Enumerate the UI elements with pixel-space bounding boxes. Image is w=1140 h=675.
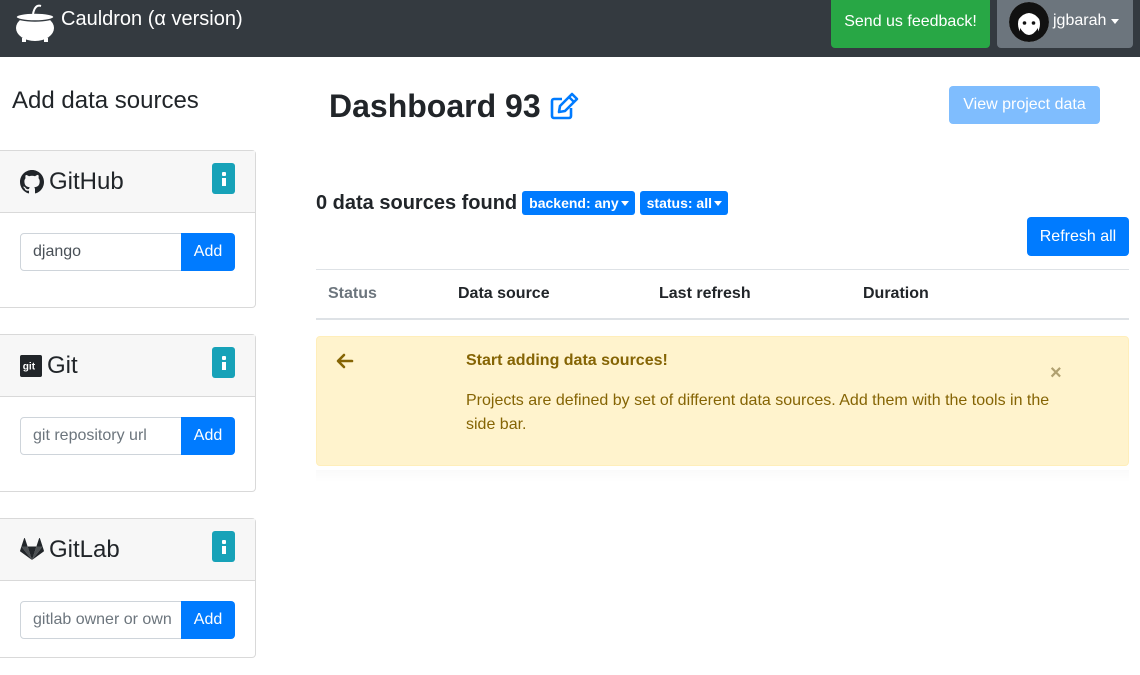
view-project-data-button[interactable]: View project data	[949, 86, 1100, 124]
github-add-button[interactable]: Add	[181, 233, 235, 271]
column-header-last-refresh[interactable]: Last refresh	[659, 284, 751, 304]
status-filter-label: status: all	[646, 195, 712, 211]
chevron-down-icon	[714, 201, 722, 206]
card-title-text: Git	[47, 352, 78, 379]
card-header: git Git	[0, 335, 255, 397]
git-icon: git	[20, 355, 42, 377]
brand-title[interactable]: Cauldron (α version)	[61, 7, 243, 31]
empty-state-alert: Start adding data sources! Projects are …	[316, 336, 1129, 466]
user-menu-button[interactable]: jgbarah	[997, 0, 1133, 48]
column-header-duration[interactable]: Duration	[863, 284, 929, 304]
card-title: GitLab	[20, 535, 120, 565]
info-button[interactable]	[212, 163, 235, 194]
navbar: Cauldron (α version) Send us feedback! j…	[0, 0, 1140, 57]
card-body: django Add	[0, 213, 255, 307]
arrow-left-icon	[336, 353, 354, 369]
dashboard-title-text: Dashboard 93	[329, 88, 541, 124]
user-name: jgbarah	[1053, 12, 1107, 29]
column-header-status[interactable]: Status	[328, 284, 377, 304]
data-sources-table-header: Status Data source Last refresh Duration	[316, 269, 1129, 320]
page-title: Dashboard 93	[329, 86, 579, 126]
backend-filter-dropdown[interactable]: backend: any	[522, 191, 635, 215]
gitlab-input[interactable]: gitlab owner or own	[20, 601, 182, 639]
github-input[interactable]: django	[20, 233, 182, 271]
card-title-text: GitHub	[49, 168, 124, 195]
avatar-icon	[1009, 2, 1049, 42]
github-icon	[20, 170, 44, 194]
info-button[interactable]	[212, 347, 235, 378]
source-card-github: GitHub django Add	[0, 150, 256, 308]
backend-filter-label: backend: any	[529, 195, 619, 211]
chevron-down-icon	[1111, 19, 1119, 24]
git-input[interactable]: git repository url	[20, 417, 182, 455]
feedback-button[interactable]: Send us feedback!	[831, 0, 990, 48]
alert-text: Projects are defined by set of different…	[466, 392, 1050, 433]
card-header: GitHub	[0, 151, 255, 213]
sidebar-title: Add data sources	[12, 87, 199, 114]
alert-shadow	[316, 470, 1129, 482]
svg-text:git: git	[23, 362, 36, 373]
refresh-all-button[interactable]: Refresh all	[1027, 217, 1129, 256]
card-header: GitLab	[0, 519, 255, 581]
git-add-button[interactable]: Add	[181, 417, 235, 455]
data-sources-count: 0 data sources found	[316, 192, 518, 214]
card-body: gitlab owner or own Add	[0, 581, 255, 675]
info-button[interactable]	[212, 531, 235, 562]
alert-title: Start adding data sources!	[466, 352, 668, 369]
close-icon[interactable]: ×	[1050, 361, 1062, 385]
data-sources-summary: 0 data sources found backend: any status…	[316, 190, 728, 216]
source-card-gitlab: GitLab gitlab owner or own Add	[0, 518, 256, 658]
column-header-data-source[interactable]: Data source	[458, 284, 550, 304]
card-title-text: GitLab	[49, 536, 120, 563]
card-title: GitHub	[20, 167, 124, 197]
edit-icon[interactable]	[549, 91, 579, 121]
gitlab-add-button[interactable]: Add	[181, 601, 235, 639]
card-body: git repository url Add	[0, 397, 255, 491]
cauldron-logo-icon[interactable]	[13, 2, 57, 42]
chevron-down-icon	[620, 201, 629, 206]
card-title: git Git	[20, 351, 78, 381]
gitlab-icon	[20, 538, 44, 560]
source-card-git: git Git git repository url Add	[0, 334, 256, 492]
status-filter-dropdown[interactable]: status: all	[639, 191, 728, 215]
